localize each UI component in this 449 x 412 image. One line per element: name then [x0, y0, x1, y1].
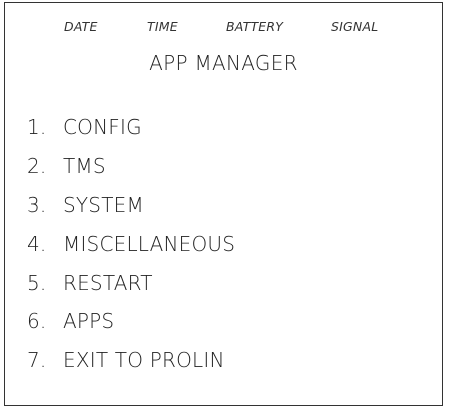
menu-item-number: 5.	[27, 270, 47, 295]
menu-item-number: 7.	[27, 348, 47, 373]
menu-item-number: 3.	[27, 192, 47, 217]
status-bar: DATE TIME BATTERY SIGNAL	[5, 19, 442, 39]
menu-item-label: CONFIG	[63, 115, 142, 139]
menu-item-label: EXIT TO PROLIN	[63, 348, 225, 373]
menu-item-exit-to-prolin[interactable]: 7. EXIT TO PROLIN	[27, 348, 235, 387]
menu-item-label: RESTART	[63, 270, 153, 295]
menu-item-number: 1.	[27, 115, 47, 139]
page-title: APP MANAGER	[149, 51, 298, 75]
menu-item-tms[interactable]: 2. TMS	[27, 154, 235, 193]
app-manager-screen: DATE TIME BATTERY SIGNAL APP MANAGER 1. C…	[4, 2, 443, 406]
menu-item-label: MISCELLANEOUS	[63, 231, 236, 256]
menu-item-config[interactable]: 1. CONFIG	[27, 115, 235, 154]
menu-item-label: SYSTEM	[63, 192, 144, 217]
status-battery: BATTERY	[226, 19, 284, 34]
menu-item-number: 2.	[27, 153, 47, 178]
status-signal: SIGNAL	[331, 19, 379, 34]
menu-item-number: 6.	[27, 309, 47, 334]
menu-item-label: TMS	[63, 153, 106, 178]
menu-item-miscellaneous[interactable]: 4. MISCELLANEOUS	[27, 232, 235, 271]
menu-item-label: APPS	[63, 309, 115, 334]
menu-item-apps[interactable]: 6. APPS	[27, 309, 235, 348]
status-date: DATE	[64, 19, 98, 34]
main-menu: 1. CONFIG 2. TMS 3. SYSTEM 4. MISCELLANEOUS …	[27, 115, 235, 387]
menu-item-restart[interactable]: 5. RESTART	[27, 271, 235, 310]
menu-item-system[interactable]: 3. SYSTEM	[27, 193, 235, 232]
menu-item-number: 4.	[27, 231, 47, 256]
status-time: TIME	[147, 19, 178, 34]
